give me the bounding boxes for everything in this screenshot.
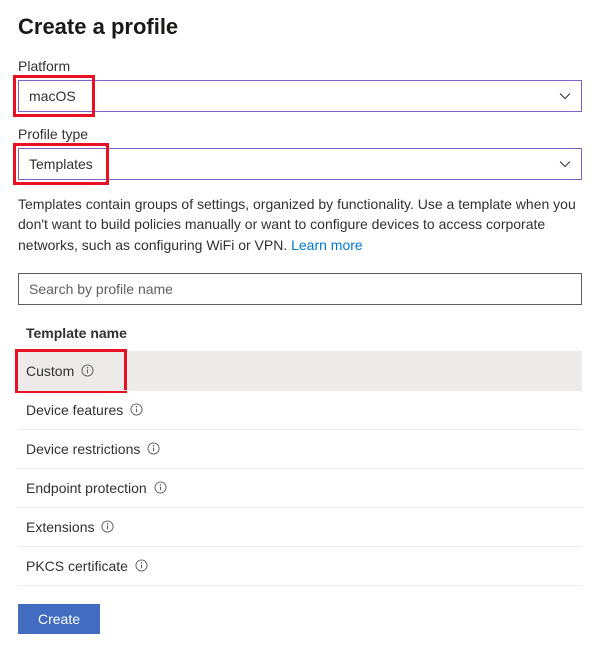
template-row-endpoint-protection[interactable]: Endpoint protection: [18, 468, 582, 507]
chevron-down-icon: [559, 90, 571, 102]
create-button[interactable]: Create: [18, 604, 100, 634]
profile-type-select[interactable]: Templates: [18, 148, 582, 180]
templates-list: Custom Device features Device restrictio…: [18, 351, 582, 586]
template-name: Device features: [26, 402, 123, 418]
platform-value: macOS: [29, 88, 76, 104]
learn-more-link[interactable]: Learn more: [291, 237, 363, 253]
chevron-down-icon: [559, 158, 571, 170]
template-name: Custom: [26, 363, 74, 379]
template-name-header: Template name: [18, 319, 582, 351]
template-row-device-restrictions[interactable]: Device restrictions: [18, 429, 582, 468]
template-name: PKCS certificate: [26, 558, 128, 574]
platform-label: Platform: [18, 58, 582, 74]
search-input[interactable]: [18, 273, 582, 305]
info-icon[interactable]: [130, 403, 143, 416]
info-icon[interactable]: [101, 520, 114, 533]
page-title: Create a profile: [18, 14, 582, 40]
description-text: Templates contain groups of settings, or…: [18, 194, 582, 255]
info-icon[interactable]: [147, 442, 160, 455]
template-row-pkcs-certificate[interactable]: PKCS certificate: [18, 546, 582, 585]
template-name: Endpoint protection: [26, 480, 147, 496]
info-icon[interactable]: [81, 364, 94, 377]
template-row-device-features[interactable]: Device features: [18, 390, 582, 429]
template-name: Device restrictions: [26, 441, 140, 457]
template-name: Extensions: [26, 519, 94, 535]
platform-select[interactable]: macOS: [18, 80, 582, 112]
info-icon[interactable]: [135, 559, 148, 572]
info-icon[interactable]: [154, 481, 167, 494]
profile-type-value: Templates: [29, 156, 93, 172]
template-row-custom[interactable]: Custom: [18, 351, 582, 390]
template-row-extensions[interactable]: Extensions: [18, 507, 582, 546]
profile-type-label: Profile type: [18, 126, 582, 142]
